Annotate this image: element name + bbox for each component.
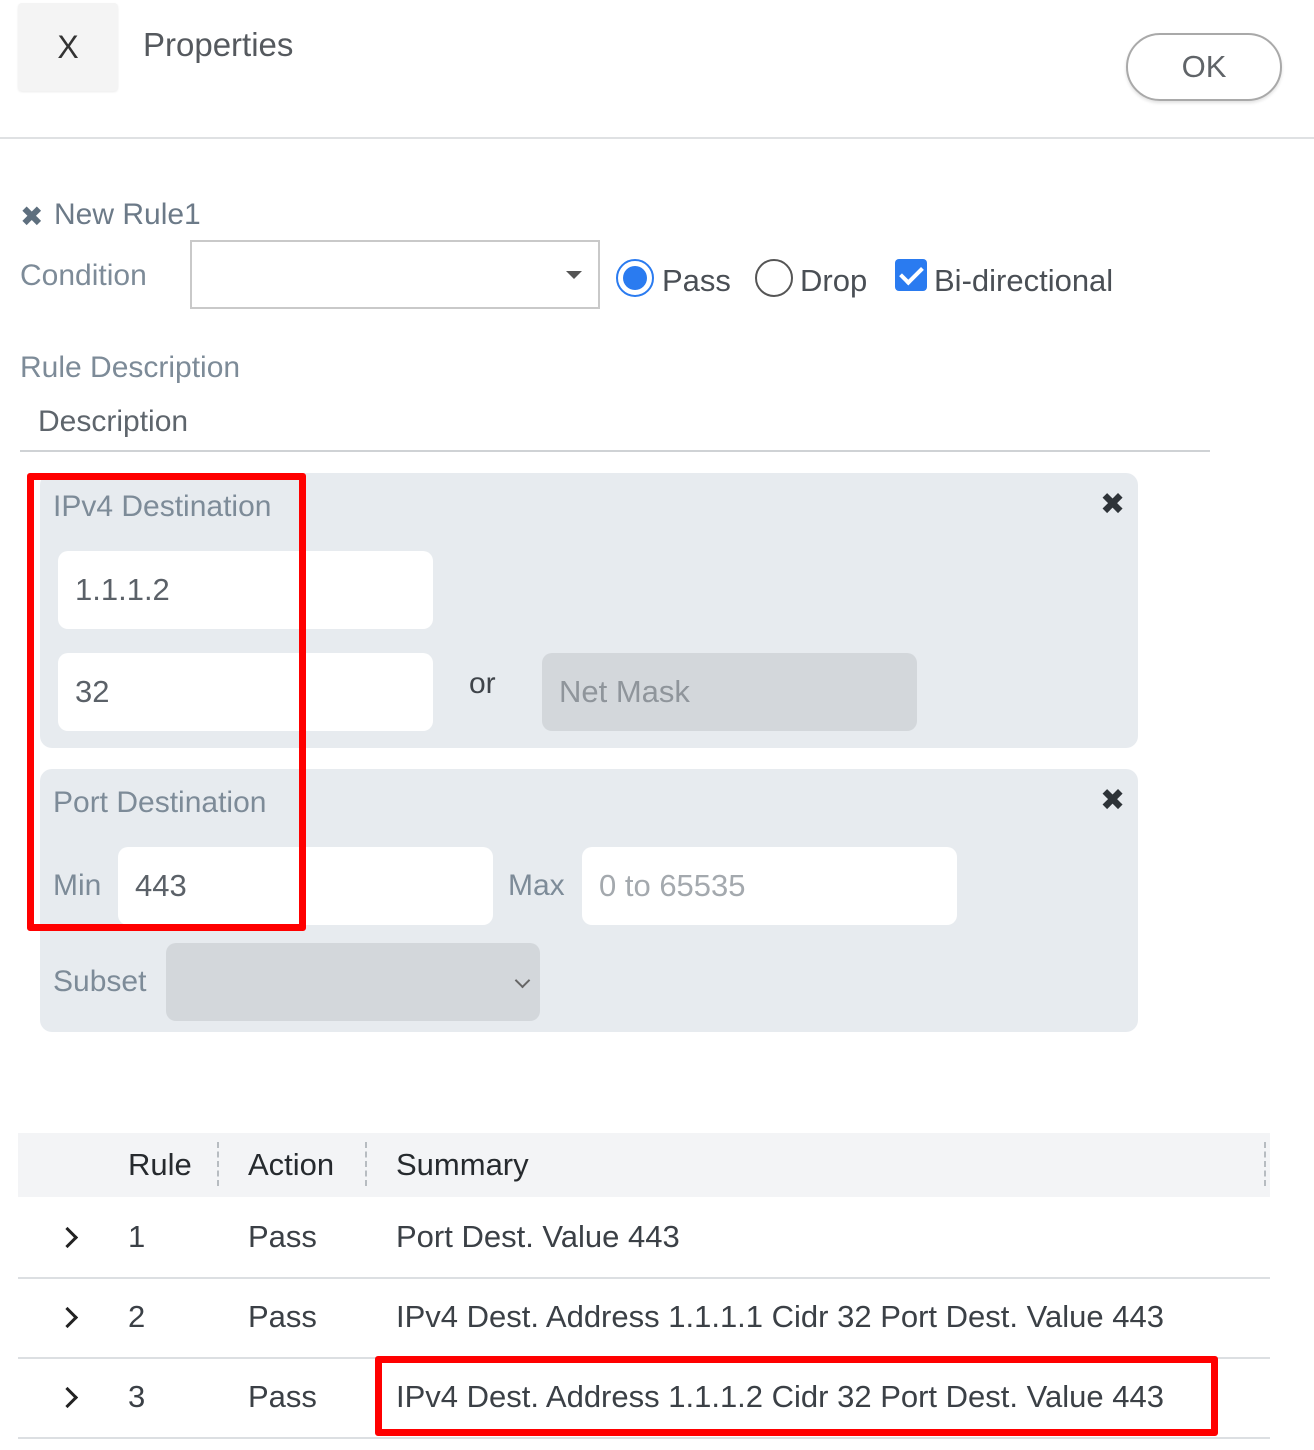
rule-description-label: Rule Description: [20, 351, 241, 384]
row-rule: 2: [128, 1299, 146, 1334]
remove-rule-icon[interactable]: ✖: [20, 200, 43, 233]
row-summary: IPv4 Dest. Address 1.1.1.1 Cidr 32 Port …: [396, 1299, 1164, 1334]
header-divider: [0, 137, 1314, 139]
row-divider: [18, 1437, 1270, 1439]
row-action: Pass: [248, 1219, 317, 1254]
description-underline: [20, 450, 1210, 452]
drop-radio[interactable]: [755, 259, 793, 297]
drop-label: Drop: [800, 263, 868, 298]
subset-label: Subset: [53, 965, 147, 998]
column-separator: [365, 1142, 367, 1186]
remove-ipv4-icon[interactable]: ✖: [1100, 487, 1125, 522]
row-divider: [18, 1277, 1270, 1279]
column-header-summary[interactable]: Summary: [396, 1147, 529, 1183]
highlight-box: [27, 473, 306, 931]
or-label: or: [469, 667, 496, 700]
pass-radio[interactable]: [616, 259, 654, 297]
row-action: Pass: [248, 1379, 317, 1414]
expand-row-icon[interactable]: [56, 1306, 79, 1329]
subset-select[interactable]: [166, 943, 540, 1021]
chevron-down-icon: [514, 972, 531, 989]
port-max-input[interactable]: 0 to 65535: [582, 847, 957, 925]
netmask-input[interactable]: Net Mask: [542, 653, 917, 731]
caret-down-icon: [566, 271, 582, 279]
page-title: Properties: [143, 26, 294, 63]
column-separator: [217, 1142, 219, 1186]
max-label: Max: [508, 869, 565, 902]
ok-button[interactable]: OK: [1126, 33, 1282, 101]
row-summary: Port Dest. Value 443: [396, 1219, 680, 1254]
description-input[interactable]: Description: [38, 405, 188, 439]
column-header-action[interactable]: Action: [248, 1147, 334, 1183]
close-button[interactable]: X: [18, 3, 118, 91]
row-rule: 3: [128, 1379, 146, 1414]
row-rule: 1: [128, 1219, 146, 1254]
expand-row-icon[interactable]: [56, 1226, 79, 1249]
condition-select[interactable]: [190, 240, 600, 309]
pass-label: Pass: [662, 263, 731, 298]
rule-name: New Rule1: [54, 198, 201, 231]
summary-highlight-box: [375, 1356, 1218, 1436]
row-action: Pass: [248, 1299, 317, 1334]
expand-row-icon[interactable]: [56, 1386, 79, 1409]
column-separator: [1264, 1142, 1266, 1186]
bidirectional-label: Bi-directional: [934, 263, 1114, 298]
condition-label: Condition: [20, 259, 147, 292]
bidirectional-checkbox[interactable]: [895, 259, 927, 291]
column-header-rule[interactable]: Rule: [128, 1147, 192, 1183]
table-header: [18, 1133, 1270, 1197]
remove-port-icon[interactable]: ✖: [1100, 783, 1125, 818]
